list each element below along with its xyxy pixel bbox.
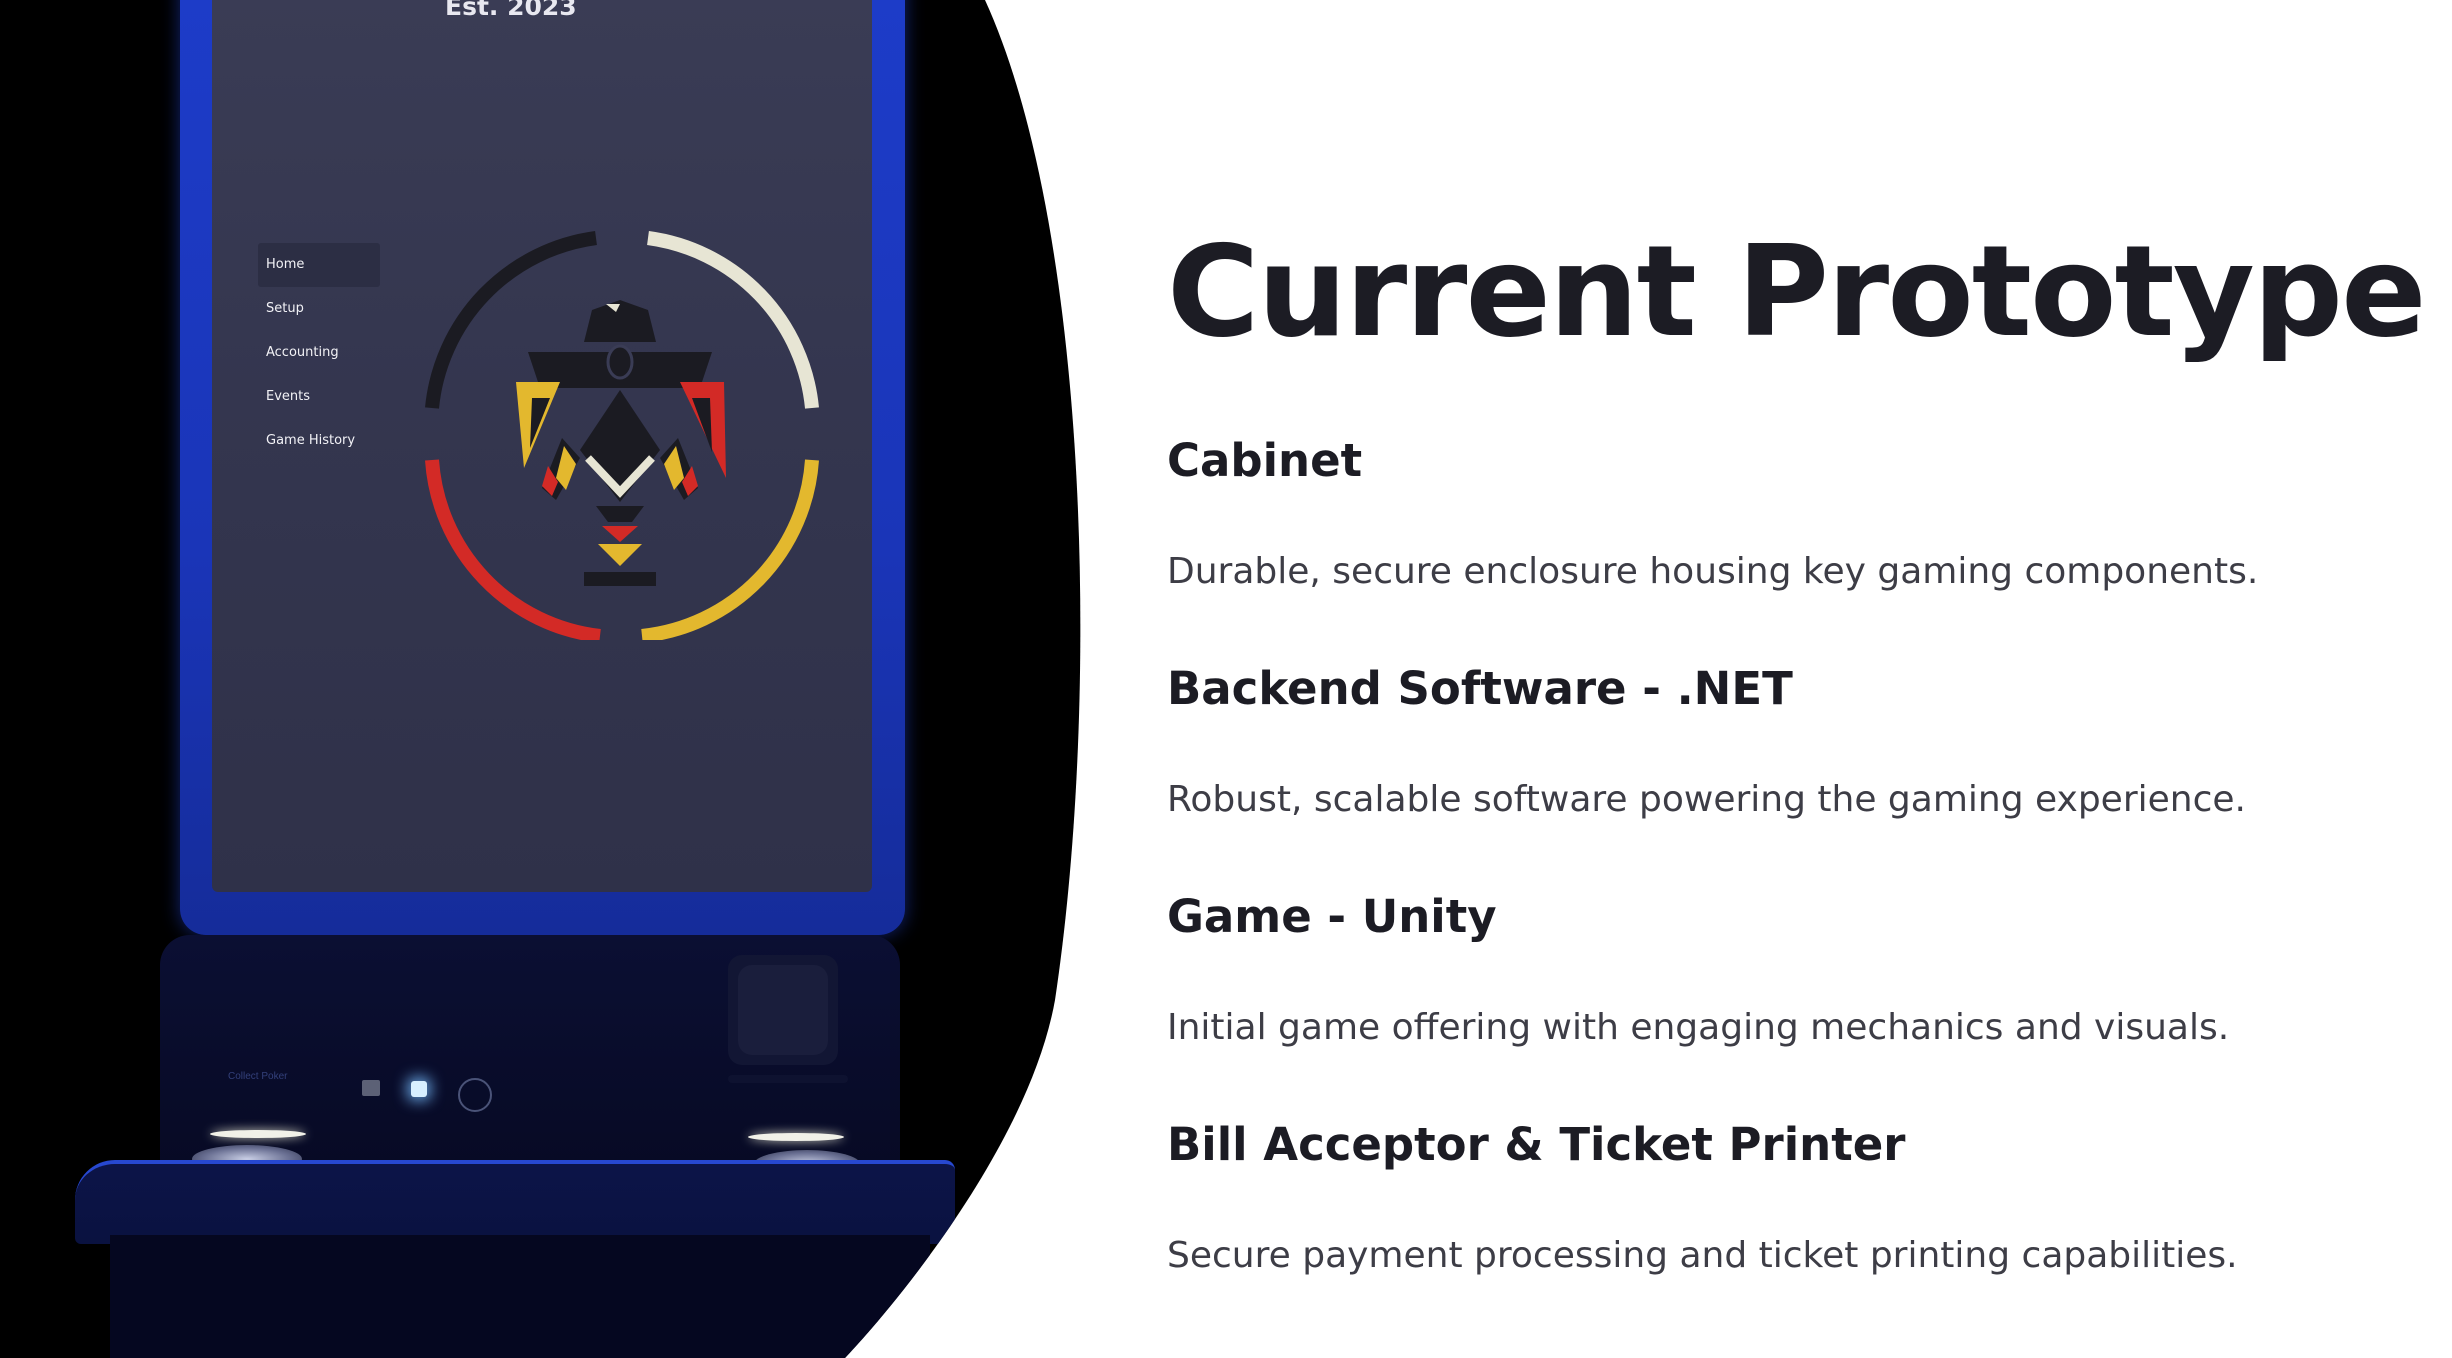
cabinet-photo: Est. 2023 Home Setup Accounting Events G… (0, 0, 1100, 1358)
menu-item-home: Home (258, 243, 380, 287)
menu-item-setup: Setup (266, 301, 304, 316)
bill-acceptor-inner (738, 965, 828, 1055)
menu-item-accounting: Accounting (266, 345, 339, 360)
established-text: Est. 2023 (445, 0, 577, 21)
section-body-backend: Robust, scalable software powering the g… (1167, 779, 2246, 820)
logo-ring-yellow-arc (642, 460, 812, 636)
left-button-glow (210, 1130, 306, 1138)
indicator-light-dim (362, 1080, 380, 1096)
logo-bird (516, 300, 726, 586)
menu-item-events: Events (266, 389, 311, 404)
section-heading-cabinet: Cabinet (1167, 434, 1363, 487)
indicator-light-lit (411, 1081, 427, 1097)
section-body-game: Initial game offering with engaging mech… (1167, 1007, 2230, 1048)
menu-item-game-history: Game History (266, 433, 356, 448)
cabinet-base (110, 1235, 930, 1358)
thunderbird-logo (420, 220, 820, 640)
ticket-printer-slot (728, 1075, 848, 1083)
right-button-glow (748, 1133, 844, 1141)
section-heading-backend: Backend Software - .NET (1167, 662, 1793, 715)
panel-label: Collect Poker (228, 1071, 288, 1082)
round-button (458, 1078, 492, 1112)
section-heading-bill-acceptor: Bill Acceptor & Ticket Printer (1167, 1118, 1906, 1171)
section-body-bill-acceptor: Secure payment processing and ticket pri… (1167, 1235, 2238, 1276)
section-body-cabinet: Durable, secure enclosure housing key ga… (1167, 551, 2259, 592)
logo-ring-red-arc (432, 460, 600, 636)
slide-title: Current Prototype (1167, 218, 2427, 365)
cabinet-deck (75, 1160, 955, 1244)
screen-menu: Home Setup Accounting Events Game Histor… (258, 243, 380, 463)
section-heading-game: Game - Unity (1167, 890, 1497, 943)
